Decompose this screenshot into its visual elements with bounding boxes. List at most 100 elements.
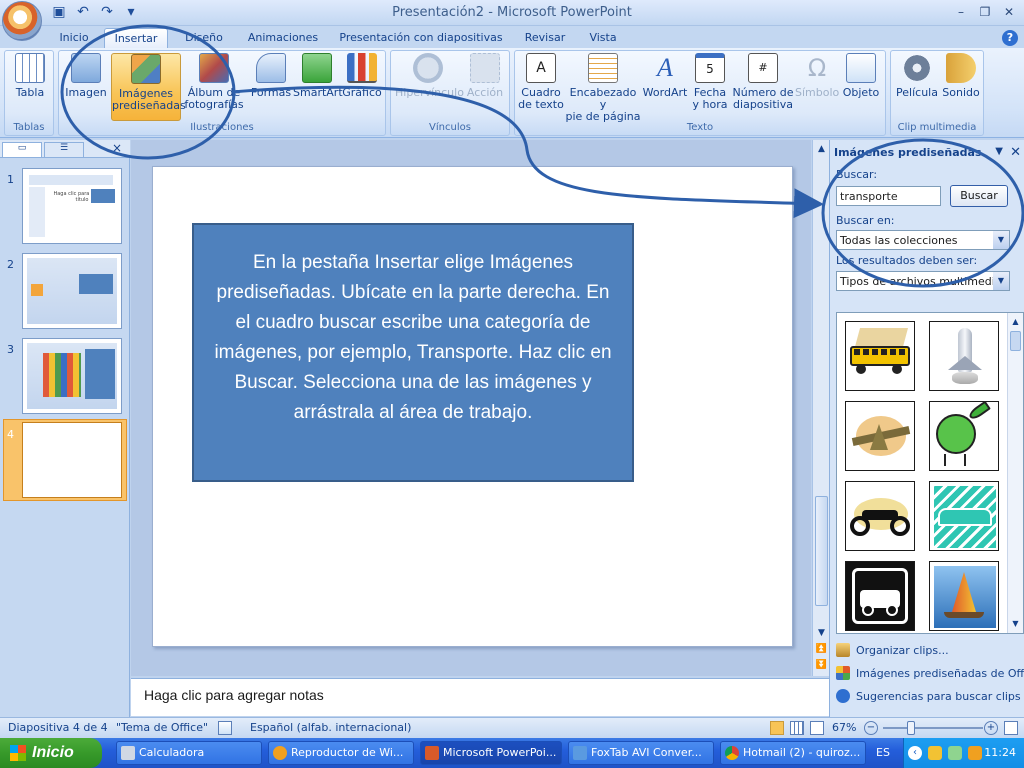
smartart-button[interactable]: SmartArt (293, 53, 343, 119)
wordart-button[interactable]: A WordArt (641, 53, 689, 119)
movie-button[interactable]: Película (893, 53, 941, 119)
photo-album-button[interactable]: Álbum de fotografías (183, 53, 245, 119)
header-footer-button[interactable]: Encabezado y pie de página (565, 53, 641, 123)
tab-presentacion[interactable]: Presentación con diapositivas (336, 28, 506, 48)
slide-show-icon[interactable] (810, 721, 824, 735)
start-button[interactable]: Inicio (0, 738, 102, 768)
tab-revisar[interactable]: Revisar (518, 28, 572, 48)
tray-network-icon[interactable] (948, 746, 962, 760)
scroll-up-icon[interactable]: ▲ (814, 142, 829, 157)
tray-expand-icon[interactable]: ‹ (908, 746, 922, 760)
scroll-down-icon[interactable]: ▼ (814, 626, 829, 641)
restore-button[interactable]: ❐ (974, 3, 996, 21)
next-slide-icon[interactable]: ⏬ (814, 658, 829, 673)
search-input[interactable] (836, 186, 941, 206)
task-hotmail[interactable]: Hotmail (2) - quiroz... (720, 741, 866, 765)
slide-number-icon: # (748, 53, 778, 83)
slide-sorter-icon[interactable] (790, 721, 804, 735)
search-button[interactable]: Buscar (950, 185, 1008, 207)
group-label-tablas: Tablas (13, 122, 45, 133)
motorcycle-clip[interactable] (845, 481, 915, 551)
tab-diseno[interactable]: Diseño (176, 28, 232, 48)
normal-view-icon[interactable] (770, 721, 784, 735)
office-clip-art-link[interactable]: Imágenes prediseñadas de Office (836, 666, 1024, 680)
minimize-button[interactable]: – (950, 3, 972, 21)
outline-tab-icon[interactable]: ☰ (44, 142, 84, 157)
organize-clips-link[interactable]: Organizar clips... (836, 643, 949, 657)
photo-album-icon (199, 53, 229, 83)
tray-volume-icon[interactable] (968, 746, 982, 760)
fit-to-window-icon[interactable] (1004, 721, 1018, 735)
globe-rocket-clip[interactable] (929, 400, 999, 471)
close-icon[interactable]: × (112, 141, 122, 155)
vertical-scrollbar[interactable]: ▲ ▼ ⏫ ⏬ (812, 140, 829, 676)
scroll-up-icon[interactable]: ▲ (1009, 315, 1022, 328)
results-scrollbar[interactable]: ▲ ▼ (1007, 313, 1023, 633)
slide-thumbnail-1[interactable]: Haga clic para agregar título (22, 168, 122, 244)
shapes-button[interactable]: Formas (249, 53, 293, 119)
task-calculator[interactable]: Calculadora (116, 741, 262, 765)
slides-tab-icon[interactable]: ▭ (2, 142, 42, 157)
language-indicator[interactable]: ES (876, 746, 890, 759)
slide-thumbnail-2[interactable] (22, 253, 122, 329)
results-type-select[interactable]: Tipos de archivos multimedia se ▼ (836, 271, 1010, 291)
action-button[interactable]: Acción (463, 53, 507, 119)
clip-art-button[interactable]: Imágenes prediseñadas (111, 53, 186, 121)
chart-button[interactable]: Gráfico (341, 53, 383, 119)
slide-thumbnail-3[interactable] (22, 338, 122, 414)
tab-vista[interactable]: Vista (582, 28, 624, 48)
zoom-slider[interactable] (883, 727, 983, 729)
table-button[interactable]: Tabla (8, 53, 52, 119)
language[interactable]: Español (alfab. internacional) (250, 721, 411, 734)
bus-clip[interactable] (845, 321, 915, 391)
scroll-thumb[interactable] (1010, 331, 1021, 351)
taxi-body (938, 508, 992, 526)
calendar-icon: 5 (695, 53, 725, 83)
clip-results-list: ▲ ▼ (836, 312, 1024, 634)
close-button[interactable]: ✕ (998, 3, 1020, 21)
slide-number-button[interactable]: # Número de diapositiva (731, 53, 795, 119)
symbol-button[interactable]: Ω Símbolo (795, 53, 839, 119)
space-shuttle-clip[interactable] (929, 321, 999, 391)
theme-name[interactable]: "Tema de Office" (116, 721, 208, 734)
task-pane-menu-icon[interactable]: ▼ (995, 146, 1003, 157)
group-label-vinculos: Vínculos (429, 122, 471, 133)
date-time-button[interactable]: 5 Fecha y hora (691, 53, 729, 119)
task-pane-close-icon[interactable]: ✕ (1010, 145, 1021, 160)
tray-app-icon[interactable] (928, 746, 942, 760)
scroll-down-icon[interactable]: ▼ (1009, 617, 1022, 630)
scroll-thumb[interactable] (815, 496, 828, 606)
object-button[interactable]: Objeto (839, 53, 883, 119)
office-button[interactable] (2, 1, 42, 41)
tab-animaciones[interactable]: Animaciones (242, 28, 324, 48)
chevron-down-icon[interactable]: ▼ (993, 272, 1009, 290)
zoom-level[interactable]: 67% (832, 721, 856, 734)
picture-button[interactable]: Imagen (63, 53, 109, 119)
slide-thumbnail-4[interactable] (22, 422, 122, 498)
tab-insertar[interactable]: Insertar (104, 28, 168, 48)
zoom-in-icon[interactable]: + (984, 721, 998, 735)
sailboat-clip[interactable] (929, 561, 999, 631)
search-tips-link[interactable]: Sugerencias para buscar clips (836, 689, 1021, 703)
tab-inicio[interactable]: Inicio (50, 28, 98, 48)
instruction-callout[interactable]: En la pestaña Insertar elige Imágenes pr… (192, 223, 634, 482)
taxi-clip[interactable] (929, 481, 999, 551)
help-icon[interactable]: ? (1002, 30, 1018, 46)
spelling-check-icon[interactable] (218, 721, 232, 735)
chevron-down-icon[interactable]: ▼ (993, 231, 1009, 249)
airplane-clip[interactable] (845, 401, 915, 471)
tow-truck-clip[interactable] (845, 561, 915, 631)
task-media-player[interactable]: Reproductor de Wi... (268, 741, 414, 765)
search-in-select[interactable]: Todas las colecciones ▼ (836, 230, 1010, 250)
text-box-button[interactable]: A Cuadro de texto (517, 53, 565, 119)
hyperlink-button[interactable]: Hipervínculo (395, 53, 464, 119)
notes-pane[interactable]: Haga clic para agregar notas (131, 678, 829, 716)
task-foxtab[interactable]: FoxTab AVI Conver... (568, 741, 714, 765)
sound-button[interactable]: Sonido (939, 53, 983, 119)
zoom-out-icon[interactable]: − (864, 721, 878, 735)
zoom-slider-thumb[interactable] (907, 721, 915, 735)
foxtab-icon (573, 746, 587, 760)
previous-slide-icon[interactable]: ⏫ (814, 642, 829, 657)
film-reel-icon (902, 53, 932, 83)
task-powerpoint[interactable]: Microsoft PowerPoi... (420, 741, 562, 765)
